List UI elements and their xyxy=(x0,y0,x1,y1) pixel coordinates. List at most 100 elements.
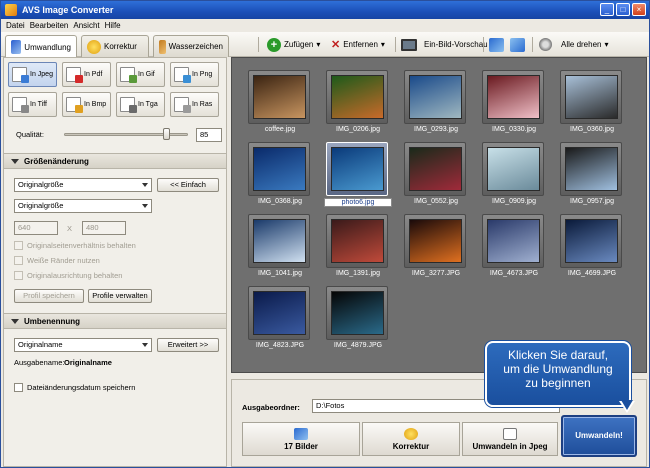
resize-preset-value: Originalgröße xyxy=(18,180,64,189)
step-images[interactable]: 17 Bilder xyxy=(242,422,360,456)
times-label: X xyxy=(67,224,73,233)
format-pdf-button[interactable]: In Pdf xyxy=(62,62,111,87)
save-profile-button[interactable]: Profil speichern xyxy=(14,289,84,303)
format-png-button[interactable]: In Png xyxy=(170,62,219,87)
step-correction[interactable]: Korrektur xyxy=(362,422,460,456)
thumbnail[interactable]: IMG_0552.jpg xyxy=(402,140,474,208)
add-button[interactable]: + Zufügen ▾ xyxy=(267,36,320,53)
menu-bearbeiten[interactable]: Bearbeiten xyxy=(30,21,69,30)
thumbnail[interactable]: IMG_0360.jpg xyxy=(558,68,630,136)
rename-mode-select[interactable]: Originalname xyxy=(14,338,152,352)
quality-input[interactable]: 85 xyxy=(196,128,222,142)
thumbnail[interactable]: IMG_1391.jpg xyxy=(324,212,396,280)
quality-slider-thumb[interactable] xyxy=(163,128,171,140)
toolbar-divider xyxy=(483,37,484,52)
resize-mode-select[interactable]: Originalgröße xyxy=(14,199,152,213)
keep-date-checkbox[interactable]: Dateiänderungsdatum speichern xyxy=(14,383,135,392)
thumbnail[interactable]: IMG_4673.JPG xyxy=(480,212,552,280)
thumbnail-name: IMG_0293.jpg xyxy=(414,126,458,133)
thumbnail[interactable]: IMG_0206.jpg xyxy=(324,68,396,136)
menu-ansicht[interactable]: Ansicht xyxy=(73,21,99,30)
rotate-right-button[interactable] xyxy=(510,36,525,53)
output-name-label: Ausgabename: xyxy=(14,358,65,367)
format-ras-button[interactable]: In Ras xyxy=(170,92,219,117)
resize-mode-value: Originalgröße xyxy=(18,201,64,210)
thumbnail[interactable]: IMG_4699.JPG xyxy=(558,212,630,280)
thumbnail-image xyxy=(409,147,462,191)
gif-file-icon xyxy=(120,67,137,83)
rotate-left-icon xyxy=(489,37,504,52)
step-convert-format[interactable]: Umwandeln in Jpeg xyxy=(462,422,558,456)
resize-section-header[interactable]: Größenänderung xyxy=(4,153,226,169)
thumbnail-image xyxy=(253,291,306,335)
white-borders-checkbox[interactable]: Weiße Ränder nutzen xyxy=(14,256,100,265)
resize-preset-select[interactable]: Originalgröße xyxy=(14,178,152,192)
format-tiff-button[interactable]: In Tiff xyxy=(8,92,57,117)
preview-button[interactable]: Ein-Bild-Vorschau xyxy=(401,36,488,53)
format-jpeg-button[interactable]: In Jpeg xyxy=(8,62,57,87)
thumbnail[interactable]: IMG_0368.jpg xyxy=(246,140,318,208)
format-label: In Jpeg xyxy=(30,71,53,78)
thumbnail-frame xyxy=(248,142,310,196)
menu-hilfe[interactable]: Hilfe xyxy=(105,21,121,30)
height-input[interactable]: 480 xyxy=(82,221,126,235)
thumbnail[interactable]: IMG_0293.jpg xyxy=(402,68,474,136)
thumbnail[interactable]: photo6.jpg xyxy=(324,140,396,208)
format-gif-button[interactable]: In Gif xyxy=(116,62,165,87)
checkbox-box xyxy=(14,241,23,250)
rename-section-title: Umbenennung xyxy=(24,316,80,326)
rename-section-header[interactable]: Umbenennung xyxy=(4,313,226,329)
keep-ratio-label: Originalseitenverhältnis behalten xyxy=(27,241,136,250)
resize-section-title: Größenänderung xyxy=(24,156,89,166)
thumbnail[interactable]: IMG_0957.jpg xyxy=(558,140,630,208)
tab-wasserzeichen-label: Wasserzeichen xyxy=(168,42,223,51)
thumbnail-frame xyxy=(326,70,388,124)
thumbnail-name: IMG_4673.JPG xyxy=(489,270,539,277)
format-bmp-button[interactable]: In Bmp xyxy=(62,92,111,117)
keep-orientation-checkbox[interactable]: Originalausrichtung behalten xyxy=(14,271,122,280)
images-icon xyxy=(294,427,308,440)
chevron-down-icon xyxy=(142,343,148,347)
thumbnail[interactable]: IMG_1041.jpg xyxy=(246,212,318,280)
thumbnail-frame xyxy=(404,214,466,268)
format-tga-button[interactable]: In Tga xyxy=(116,92,165,117)
advanced-rename-button[interactable]: Erweitert >> xyxy=(157,338,219,352)
thumbnail-image xyxy=(409,75,462,119)
thumbnail-name: IMG_4699.JPG xyxy=(567,270,617,277)
remove-button[interactable]: ✕ Entfernen ▾ xyxy=(331,36,385,53)
minimize-button[interactable]: _ xyxy=(600,3,614,16)
format-label: In Tga xyxy=(138,101,158,108)
convert-button[interactable]: Umwandeln! xyxy=(561,415,637,457)
manage-profiles-button[interactable]: Profile verwalten xyxy=(88,289,152,303)
thumbnail[interactable]: IMG_4879.JPG xyxy=(324,284,396,352)
tab-wasserzeichen[interactable]: Wasserzeichen xyxy=(153,35,229,57)
thumbnail[interactable]: IMG_4823.JPG xyxy=(246,284,318,352)
format-label: In Pdf xyxy=(84,71,103,78)
close-button[interactable]: × xyxy=(632,3,646,16)
thumbnail[interactable]: coffee.jpg xyxy=(246,68,318,136)
format-label: In Gif xyxy=(138,71,155,78)
thumbnail-image xyxy=(487,219,540,263)
thumbnail-name: IMG_0368.jpg xyxy=(258,198,302,205)
png-file-icon xyxy=(174,67,191,83)
quality-label: Qualität: xyxy=(16,130,44,139)
thumbnail[interactable]: IMG_0909.jpg xyxy=(480,140,552,208)
menu-datei[interactable]: Datei xyxy=(6,21,25,30)
maximize-button[interactable]: □ xyxy=(616,3,630,16)
tab-umwandlung[interactable]: Umwandlung xyxy=(5,35,77,58)
collapse-triangle-icon xyxy=(11,318,19,324)
keep-ratio-checkbox[interactable]: Originalseitenverhältnis behalten xyxy=(14,241,136,250)
width-input[interactable]: 640 xyxy=(14,221,58,235)
thumbnail-frame xyxy=(404,142,466,196)
tab-korrektur[interactable]: Korrektur xyxy=(81,35,149,57)
thumbnail[interactable]: IMG_3277.JPG xyxy=(402,212,474,280)
thumbnail-name: IMG_0957.jpg xyxy=(570,198,614,205)
simple-mode-button[interactable]: << Einfach xyxy=(157,178,219,192)
rotate-all-button[interactable]: Alle drehen ▾ xyxy=(539,36,609,53)
bmp-file-icon xyxy=(66,97,83,113)
jpeg-icon xyxy=(503,427,517,440)
rotate-left-button[interactable] xyxy=(489,36,504,53)
thumbnail[interactable]: IMG_0330.jpg xyxy=(480,68,552,136)
step-label: Umwandeln in Jpeg xyxy=(472,441,548,451)
remove-label: Entfernen xyxy=(343,40,378,49)
